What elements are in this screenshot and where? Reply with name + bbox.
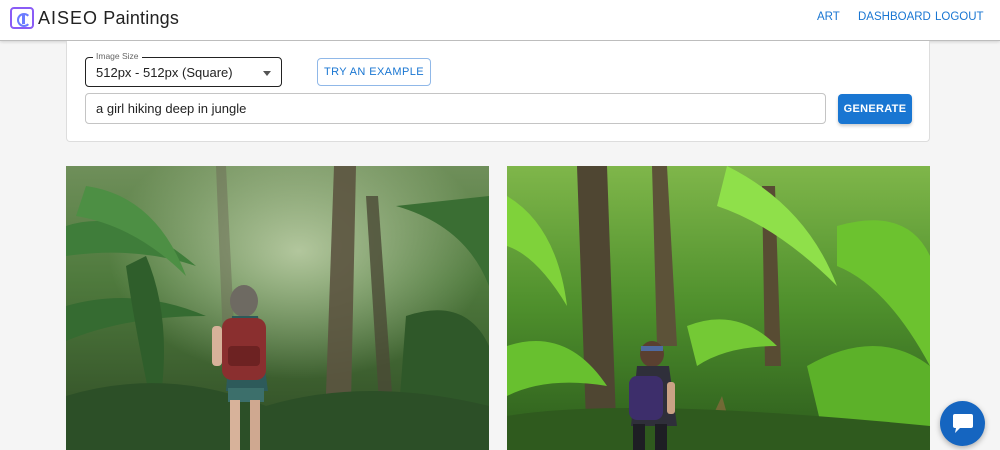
generated-image-1[interactable] <box>66 166 489 450</box>
image-size-label: Image Size <box>93 51 142 61</box>
prompt-input[interactable] <box>85 93 826 124</box>
image-size-select[interactable]: Image Size 512px - 512px (Square) <box>85 51 282 87</box>
nav-art-link[interactable]: ART <box>817 11 840 23</box>
generated-image-2[interactable] <box>507 166 930 450</box>
generate-button[interactable]: GENERATE <box>838 94 912 124</box>
generator-panel: Image Size 512px - 512px (Square) TRY AN… <box>66 41 930 142</box>
jungle-hiker-image <box>507 166 930 450</box>
image-size-value: 512px - 512px (Square) <box>96 65 233 80</box>
nav-dashboard-link[interactable]: DASHBOARD <box>858 11 931 23</box>
logo-name: AISEO <box>38 7 99 28</box>
chat-button[interactable] <box>940 401 985 446</box>
logo-suffix: Paintings <box>103 7 180 28</box>
try-example-button[interactable]: TRY AN EXAMPLE <box>317 58 431 86</box>
nav-logout-link[interactable]: LOGOUT <box>935 11 984 23</box>
brand-logo[interactable]: AISEO Paintings <box>10 6 179 30</box>
jungle-hiker-image <box>66 166 489 450</box>
chat-icon <box>952 413 973 433</box>
aiseo-logo-icon <box>10 7 34 29</box>
chevron-down-icon <box>263 71 271 76</box>
top-app-bar: AISEO Paintings ART DASHBOARD LOGOUT <box>0 0 1000 41</box>
